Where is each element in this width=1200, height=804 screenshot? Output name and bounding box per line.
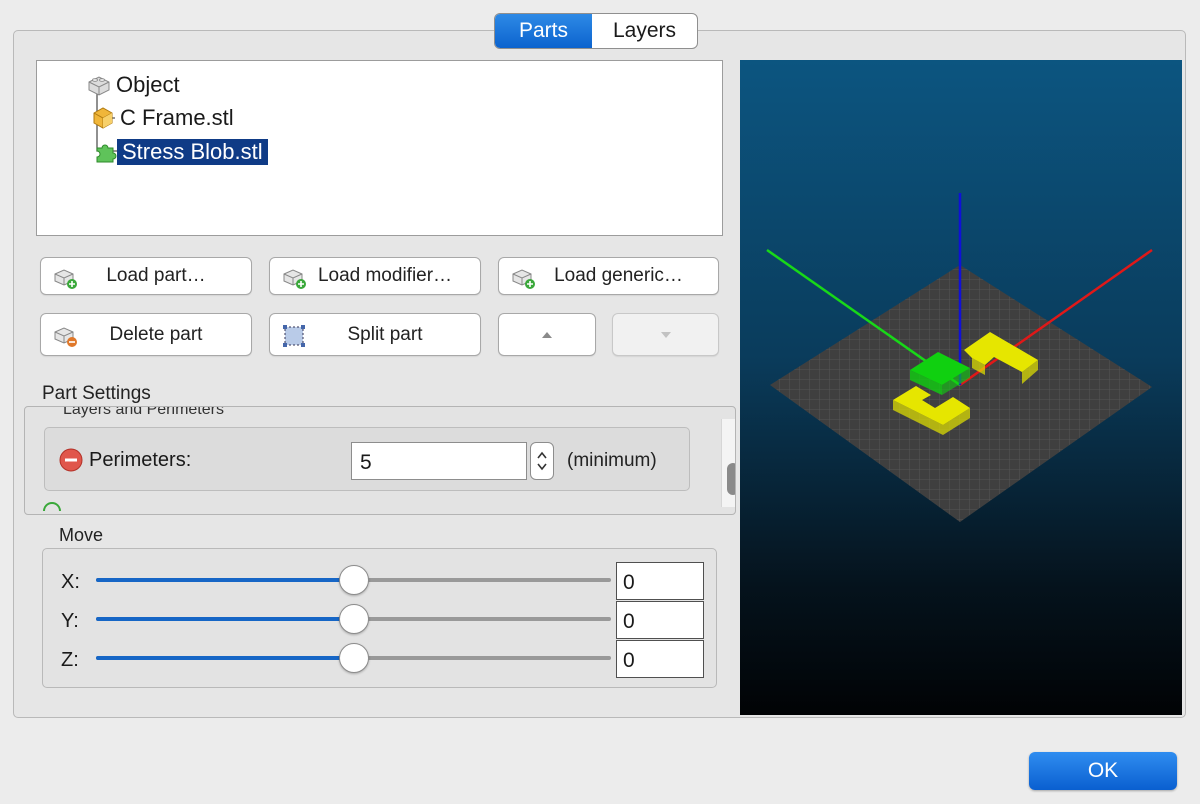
move-heading: Move	[59, 525, 104, 545]
split-icon	[282, 324, 306, 354]
lego-brick-icon	[88, 76, 110, 96]
settings-scrollbar[interactable]	[721, 419, 735, 507]
load-modifier-button[interactable]: Load modifier…	[269, 257, 481, 295]
perimeters-stepper[interactable]	[530, 442, 554, 480]
x-axis-label: X:	[61, 571, 80, 593]
perimeters-label: Perimeters:	[89, 449, 192, 471]
move-group: X: 0 Y: 0 Z: 0	[42, 548, 717, 688]
brick-add-icon	[511, 266, 537, 296]
part-settings-heading: Part Settings	[42, 383, 151, 404]
perimeters-option-row: Perimeters: 5 (minimum)	[44, 427, 690, 491]
brick-add-icon	[53, 266, 79, 296]
y-axis-label: Y:	[61, 610, 79, 632]
move-down-button[interactable]	[612, 313, 719, 356]
y-slider-fill	[96, 617, 354, 621]
tree-item-label: C Frame.stl	[120, 105, 234, 130]
tree-item-label: Stress Blob.stl	[117, 139, 268, 165]
z-axis-label: Z:	[61, 649, 79, 671]
puzzle-icon	[96, 144, 117, 163]
x-slider-knob[interactable]	[338, 565, 369, 595]
settings-group-title: Layers and Perimeters	[63, 406, 224, 418]
move-up-button[interactable]	[498, 313, 596, 356]
settings-scrollbar-thumb[interactable]	[727, 463, 735, 495]
load-part-button[interactable]: Load part…	[40, 257, 252, 295]
package-icon	[93, 107, 113, 129]
triangle-up-icon	[542, 331, 552, 338]
stepper-arrows-icon	[537, 451, 547, 471]
tree-item-label: Object	[116, 72, 180, 97]
ok-button[interactable]: OK	[1029, 752, 1177, 790]
brick-add-icon	[282, 266, 308, 296]
y-slider-knob[interactable]	[338, 604, 369, 634]
x-slider-fill	[96, 578, 354, 582]
z-slider-knob[interactable]	[338, 643, 369, 673]
tree-item-c-frame[interactable]: C Frame.stl	[91, 103, 239, 133]
delete-part-button[interactable]: Delete part	[40, 313, 252, 356]
3d-scene	[766, 193, 1153, 522]
z-value-input[interactable]: 0	[616, 640, 704, 678]
brick-delete-icon	[53, 324, 79, 354]
tab-bar: Parts Layers	[494, 13, 698, 49]
x-value-input[interactable]: 0	[616, 562, 704, 600]
perimeters-input[interactable]: 5	[351, 442, 527, 480]
tree-item-object[interactable]: Object	[87, 70, 185, 100]
remove-option-icon[interactable]	[59, 448, 83, 477]
load-generic-button[interactable]: Load generic…	[498, 257, 719, 295]
tab-parts[interactable]: Parts	[495, 14, 592, 48]
x-slider[interactable]	[96, 565, 611, 595]
tree-item-stress-blob[interactable]: Stress Blob.stl	[93, 137, 268, 167]
y-slider[interactable]	[96, 604, 611, 634]
z-slider-fill	[96, 656, 354, 660]
part-settings-scroll-area[interactable]: Layers and Perimeters Perimeters: 5 (min…	[24, 406, 736, 515]
perimeters-suffix: (minimum)	[567, 450, 657, 471]
next-option-icon	[42, 499, 62, 514]
split-part-button[interactable]: Split part	[269, 313, 481, 356]
triangle-down-icon	[660, 331, 671, 338]
y-value-input[interactable]: 0	[616, 601, 704, 639]
3d-preview-viewport[interactable]	[740, 60, 1182, 715]
tab-layers[interactable]: Layers	[592, 14, 697, 48]
z-slider[interactable]	[96, 643, 611, 673]
object-tree[interactable]: Object C Frame.stl Stress Blob.stl	[36, 60, 723, 236]
